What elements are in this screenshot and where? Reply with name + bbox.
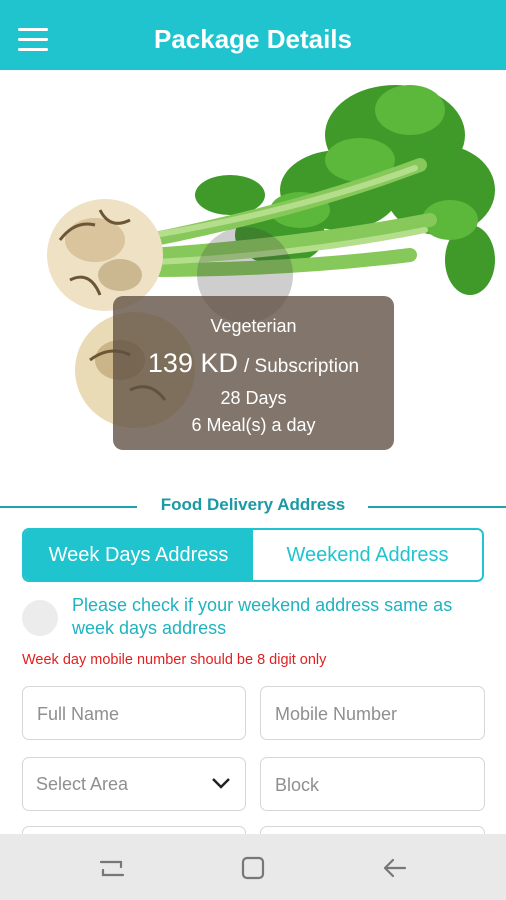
area-select-value: Select Area (36, 774, 129, 794)
same-address-checkbox[interactable] (22, 600, 58, 636)
tab-weekend-address[interactable]: Weekend Address (253, 530, 482, 580)
same-address-label: Please check if your weekend address sam… (72, 595, 453, 638)
recent-apps-icon[interactable] (92, 848, 132, 888)
back-arrow-icon[interactable] (375, 848, 415, 888)
full-name-input[interactable] (35, 687, 237, 741)
price: 139 KD / Subscription (113, 348, 394, 379)
mobile-number-field[interactable] (260, 686, 485, 741)
tab-week-days-address[interactable]: Week Days Address (24, 530, 253, 580)
same-address-row: Please check if your weekend address sam… (22, 594, 492, 642)
system-nav-bar (0, 834, 506, 900)
mobile-number-input[interactable] (273, 687, 476, 741)
block-field[interactable] (260, 757, 485, 812)
address-tabs: Week Days Address Weekend Address (22, 528, 484, 582)
package-image: Vegeterian 139 KD / Subscription 28 Days … (0, 70, 506, 480)
home-icon[interactable] (233, 848, 273, 888)
full-name-field[interactable] (22, 686, 246, 741)
block-input[interactable] (273, 758, 476, 812)
price-unit: / Subscription (243, 356, 360, 377)
section-title: Food Delivery Address (160, 495, 346, 514)
plan-name: Vegeterian (210, 316, 297, 336)
validation-error: Week day mobile number should be 8 digit… (22, 652, 327, 668)
section-header: Food Delivery Address (0, 495, 506, 521)
area-select[interactable]: Select Area (22, 757, 246, 811)
page-title: Package Details (153, 24, 352, 54)
divider-right (368, 506, 506, 508)
meals-per-day: 6 Meal(s) a day (191, 415, 316, 435)
app-bar: Package Details (0, 0, 506, 70)
chevron-down-icon (212, 778, 230, 789)
package-info-card: Vegeterian 139 KD / Subscription 28 Days … (113, 296, 394, 450)
duration: 28 Days (220, 388, 287, 408)
price-amount: 139 KD (147, 348, 238, 378)
